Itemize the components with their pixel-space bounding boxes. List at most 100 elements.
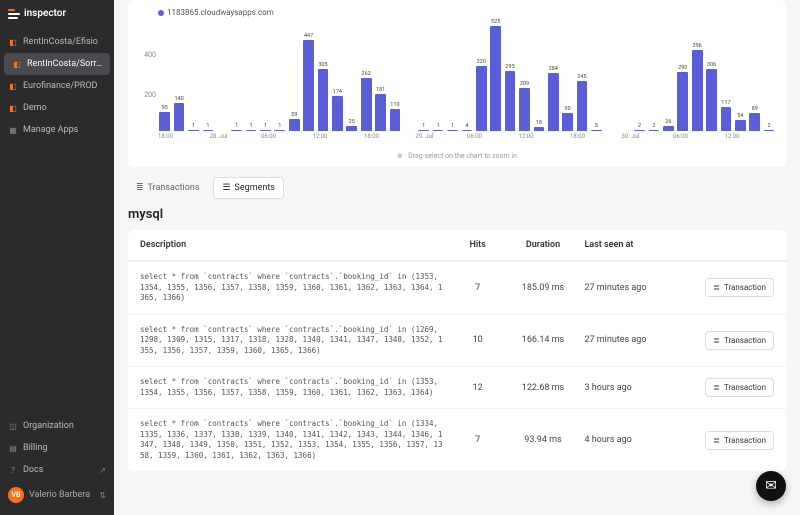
- bar[interactable]: 18: [532, 19, 545, 131]
- docs-icon: ?: [8, 465, 18, 475]
- bar-value: 54: [737, 113, 743, 119]
- tab-transactions[interactable]: ≣Transactions: [128, 177, 207, 199]
- bar[interactable]: 26: [662, 19, 675, 131]
- bar[interactable]: 140: [172, 19, 185, 131]
- bar[interactable]: 209: [518, 19, 531, 131]
- bar[interactable]: 305: [316, 19, 329, 131]
- cell-hits: 7: [454, 283, 502, 293]
- app-icon: ◧: [8, 103, 18, 113]
- bar[interactable]: 293: [503, 19, 516, 131]
- bar-value: 90: [565, 106, 571, 112]
- bar[interactable]: 284: [547, 19, 560, 131]
- sidebar-app-3[interactable]: ◧Demo: [0, 97, 114, 119]
- bar-value: 447: [304, 33, 313, 39]
- bar[interactable]: 262: [359, 19, 372, 131]
- bar[interactable]: [403, 19, 416, 131]
- bar[interactable]: 59: [288, 19, 301, 131]
- bar[interactable]: 1: [446, 19, 459, 131]
- bar[interactable]: 290: [676, 19, 689, 131]
- th-description: Description: [140, 240, 446, 250]
- bar[interactable]: [216, 19, 229, 131]
- bar[interactable]: 1: [187, 19, 200, 131]
- brand[interactable]: inspector: [0, 0, 114, 27]
- sidebar-manage-apps[interactable]: ▦Manage Apps: [0, 119, 114, 141]
- bar[interactable]: 525: [489, 19, 502, 131]
- bar[interactable]: 89: [748, 19, 761, 131]
- bar[interactable]: 320: [475, 19, 488, 131]
- table-row: select * from `contracts` where `contrac…: [128, 408, 786, 471]
- bar[interactable]: [604, 19, 617, 131]
- app-icon: ◧: [8, 37, 18, 47]
- bar[interactable]: 4: [460, 19, 473, 131]
- bar[interactable]: 117: [719, 19, 732, 131]
- sidebar-docs[interactable]: ?Docs↗: [0, 459, 114, 481]
- chart-legend[interactable]: 1183865.cloudwaysapps.com: [138, 8, 776, 17]
- bar[interactable]: 2: [633, 19, 646, 131]
- bar[interactable]: 1: [244, 19, 257, 131]
- bar-value: 1: [249, 123, 252, 129]
- sidebar-organization[interactable]: ◫Organization: [0, 415, 114, 437]
- bar[interactable]: 1: [273, 19, 286, 131]
- bar[interactable]: 110: [388, 19, 401, 131]
- sidebar-app-2[interactable]: ◧Eurofinance/PROD: [0, 75, 114, 97]
- bar[interactable]: 95: [158, 19, 171, 131]
- bar[interactable]: 1: [431, 19, 444, 131]
- transaction-button[interactable]: ≣Transaction: [705, 278, 774, 297]
- transaction-icon: ≣: [713, 336, 720, 345]
- bar-value: 2: [652, 123, 655, 129]
- bar[interactable]: 25: [345, 19, 358, 131]
- th-last-seen: Last seen at: [584, 240, 670, 250]
- sidebar-bottom: ◫Organization ▤Billing ?Docs↗ VB Valerio…: [0, 415, 114, 515]
- bar-value: 110: [390, 102, 399, 108]
- x-axis: 18:0028. Jul06:0012:0018:0029. Jul06:001…: [158, 133, 776, 149]
- list-icon: ≣: [136, 183, 144, 193]
- bar-value: 284: [549, 66, 558, 72]
- bar-value: 320: [477, 59, 486, 65]
- transaction-button[interactable]: ≣Transaction: [705, 378, 774, 397]
- cell-duration: 93.94 ms: [510, 435, 577, 445]
- bar[interactable]: 2: [762, 19, 775, 131]
- bar-value: 1: [206, 123, 209, 129]
- bar[interactable]: 54: [734, 19, 747, 131]
- bar[interactable]: 1: [417, 19, 430, 131]
- cell-duration: 122.68 ms: [510, 383, 577, 393]
- sidebar: inspector ◧RentInCosta/Efisio ◧RentInCos…: [0, 0, 114, 515]
- sidebar-app-0[interactable]: ◧RentInCosta/Efisio: [0, 31, 114, 53]
- bar-value: 1: [278, 123, 281, 129]
- bar[interactable]: 181: [374, 19, 387, 131]
- transaction-icon: ≣: [713, 283, 720, 292]
- bar-value: 293: [505, 64, 514, 70]
- bar[interactable]: 1: [201, 19, 214, 131]
- bar-value: 306: [707, 62, 716, 68]
- sidebar-app-1[interactable]: ◧RentInCosta/Sorr…: [4, 53, 110, 75]
- sidebar-user[interactable]: VB Valerio Barbera ⇅: [0, 481, 114, 509]
- bar[interactable]: 245: [575, 19, 588, 131]
- bar[interactable]: 1: [230, 19, 243, 131]
- sidebar-billing[interactable]: ▤Billing: [0, 437, 114, 459]
- cell-last-seen: 3 hours ago: [584, 383, 670, 393]
- tab-segments[interactable]: ☰Segments: [213, 177, 283, 199]
- bar[interactable]: 5: [590, 19, 603, 131]
- bar-value: 1: [192, 123, 195, 129]
- bar[interactable]: [619, 19, 632, 131]
- bar[interactable]: 2: [647, 19, 660, 131]
- chart-area[interactable]: 400200 951401111115944730517425262181110…: [138, 19, 776, 149]
- transaction-button[interactable]: ≣Transaction: [705, 331, 774, 350]
- bar-value: 2: [638, 123, 641, 129]
- cell-duration: 166.14 ms: [510, 335, 577, 345]
- bar[interactable]: 306: [705, 19, 718, 131]
- bar[interactable]: 447: [302, 19, 315, 131]
- bar[interactable]: 90: [561, 19, 574, 131]
- bar-value: 140: [174, 96, 183, 102]
- cell-description: select * from `contracts` where `contrac…: [140, 419, 446, 461]
- table-row: select * from `contracts` where `contrac…: [128, 314, 786, 367]
- bar-value: 209: [520, 81, 529, 87]
- chat-fab[interactable]: ✉: [756, 471, 786, 501]
- cell-last-seen: 4 hours ago: [584, 435, 670, 445]
- transaction-button[interactable]: ≣Transaction: [705, 431, 774, 450]
- bar[interactable]: 396: [690, 19, 703, 131]
- y-axis: 400200: [138, 19, 156, 131]
- bar[interactable]: 174: [331, 19, 344, 131]
- chart-bars: 9514011111159447305174252621811101114320…: [158, 19, 776, 131]
- bar[interactable]: 1: [259, 19, 272, 131]
